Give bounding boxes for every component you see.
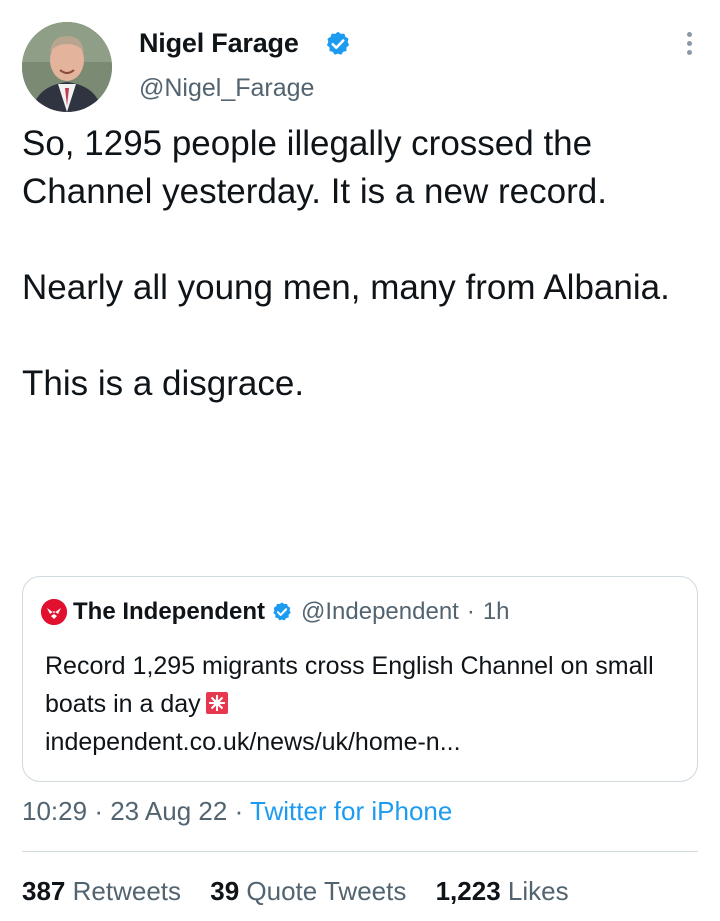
retweets-label: Retweets [72, 876, 182, 906]
quoted-text: Record 1,295 migrants cross English Chan… [45, 652, 654, 718]
likes-count: 1,223 [435, 876, 501, 906]
tweet-text: So, 1295 people illegally crossed the Ch… [22, 124, 670, 403]
independent-logo-icon [41, 599, 67, 625]
divider [22, 851, 698, 852]
quoted-author-handle[interactable]: @Independent [301, 598, 459, 626]
quote-tweets-count: 39 [210, 876, 240, 906]
tweet-source[interactable]: Twitter for iPhone [250, 796, 452, 826]
quoted-time: 1h [482, 598, 510, 625]
quoted-author-name[interactable]: The Independent [73, 598, 265, 626]
quoted-tweet-card[interactable]: The Independent @Independent · 1h Record… [22, 576, 698, 782]
likes-label: Likes [507, 876, 569, 906]
tweet-time[interactable]: 10:29 [22, 796, 87, 826]
siren-icon [205, 692, 228, 714]
quoted-link[interactable]: independent.co.uk/news/uk/home-n... [45, 728, 461, 756]
quote-tweets-stat[interactable]: 39 Quote Tweets [210, 876, 406, 906]
quoted-tweet-header: The Independent @Independent · 1h [41, 595, 510, 629]
likes-stat[interactable]: 1,223 Likes [436, 876, 569, 906]
timestamp-separator: · [94, 796, 103, 826]
quote-tweets-label: Quote Tweets [246, 876, 407, 906]
tweet-date[interactable]: 23 Aug 22 [110, 796, 227, 826]
author-handle[interactable]: @Nigel_Farage [139, 74, 314, 103]
retweets-count: 387 [22, 876, 66, 906]
more-options-icon[interactable] [684, 32, 694, 62]
tweet-header: Nigel Farage @Nigel_Farage [22, 22, 702, 112]
quoted-separator: · [466, 598, 475, 625]
retweets-stat[interactable]: 387 Retweets [22, 876, 181, 906]
timestamp-separator: · [234, 796, 244, 826]
quoted-verified-badge-icon [273, 602, 291, 621]
engagement-stats: 387 Retweets 39 Quote Tweets 1,223 Likes [22, 876, 591, 907]
verified-badge-icon [326, 31, 350, 55]
tweet-timestamp: 10:29 · 23 Aug 22 · Twitter for iPhone [22, 796, 452, 827]
quoted-tweet-text: Record 1,295 migrants cross English Chan… [45, 647, 685, 761]
avatar[interactable] [22, 22, 112, 112]
author-display-name[interactable]: Nigel Farage [139, 28, 299, 59]
